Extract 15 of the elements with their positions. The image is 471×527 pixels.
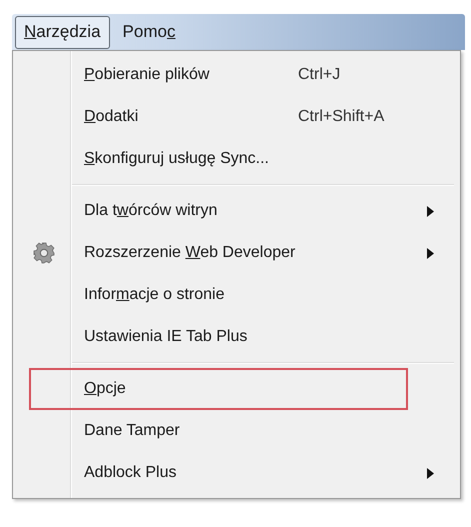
menu-item[interactable]: Rozszerzenie Web Developer: [29, 232, 408, 274]
shortcut-label: Ctrl+J: [298, 66, 340, 84]
menu-item[interactable]: Ustawienia IE Tab Plus: [29, 316, 408, 358]
shortcut-label: Ctrl+Shift+A: [298, 108, 384, 126]
gear-icon: [33, 242, 55, 264]
menu-bar-item[interactable]: Narzędzia: [15, 16, 110, 48]
menu-item[interactable]: Dodatki Ctrl+Shift+A: [29, 96, 408, 138]
menu-item[interactable]: Skonfiguruj usługę Sync...: [29, 138, 408, 180]
menu-item[interactable]: Adblock Plus: [29, 452, 408, 494]
menu-item[interactable]: Dla twórców witryn: [29, 190, 408, 232]
menu-item[interactable]: Dane Tamper: [29, 410, 408, 452]
menu-item[interactable]: Pobieranie plików Ctrl+J: [29, 54, 408, 96]
menu-item[interactable]: Informacje o stronie: [29, 274, 408, 316]
menu-bar-item[interactable]: Pomoc: [114, 16, 184, 48]
menu-item[interactable]: Opcje: [29, 368, 408, 410]
